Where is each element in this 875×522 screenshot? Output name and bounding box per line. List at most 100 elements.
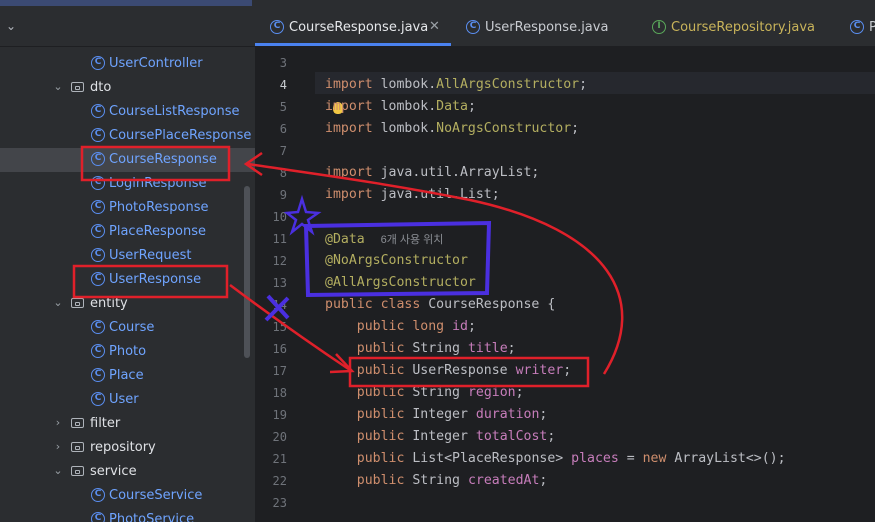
line-number: 18: [272, 386, 287, 400]
tree-folder-service[interactable]: ⌄ service: [0, 460, 255, 484]
code-line[interactable]: public List<PlaceResponse> places = new …: [325, 451, 786, 466]
tree-folder-label: dto: [90, 80, 112, 95]
tree-item-label: CourseService: [109, 488, 203, 503]
tree-folder-filter[interactable]: › filter: [0, 412, 255, 436]
chevron-down-icon[interactable]: ⌄: [52, 296, 64, 309]
line-number: 20: [272, 430, 287, 444]
tab-CourseRepository.java[interactable]: I CourseRepository.java: [637, 6, 835, 46]
tree-folder-repository[interactable]: › repository: [0, 436, 255, 460]
class-icon: C: [91, 320, 105, 334]
code-line[interactable]: public long id;: [325, 319, 476, 334]
chevron-down-icon[interactable]: ⌄: [52, 80, 64, 93]
tree-item-label: CoursePlaceResponse: [109, 128, 252, 143]
code-line[interactable]: import lombok.NoArgsConstructor;: [325, 121, 579, 136]
tab-label: CourseRepository.java: [671, 20, 816, 35]
tree-item-PlaceResponse[interactable]: C PlaceResponse: [0, 220, 255, 244]
tree-item-Course[interactable]: C Course: [0, 316, 255, 340]
line-number: 11: [272, 232, 287, 246]
tree-item-UserResponse[interactable]: C UserResponse: [0, 268, 255, 292]
code-line[interactable]: public UserResponse writer;: [325, 363, 571, 378]
tree-item-CoursePlaceResponse[interactable]: C CoursePlaceResponse: [0, 124, 255, 148]
line-gutter: 3 4 5 6 7 8 9 10 11 12 13 14 15 16 17 18 19 20 21 22 23: [255, 47, 315, 522]
line-number: 6: [279, 122, 287, 136]
code-line[interactable]: @AllArgsConstructor: [325, 275, 476, 290]
code-line[interactable]: import java.util.List;: [325, 187, 500, 202]
class-icon: C: [270, 20, 284, 34]
code-line[interactable]: import java.util.ArrayList;: [325, 165, 539, 180]
tab-label: CourseResponse.java: [289, 20, 429, 35]
tree-item-CourseService[interactable]: C CourseService: [0, 484, 255, 508]
chevron-right-icon[interactable]: ›: [52, 440, 64, 453]
tree-item-Photo[interactable]: C Photo: [0, 340, 255, 364]
chevron-down-icon[interactable]: ⌄: [52, 464, 64, 477]
code-line[interactable]: @Data 6개 사용 위치: [325, 231, 443, 247]
tab-CourseResponse.java[interactable]: C CourseResponse.java ✕: [255, 6, 451, 46]
tab-label: UserResponse.java: [485, 20, 609, 35]
tree-item-UserRequest[interactable]: C UserRequest: [0, 244, 255, 268]
tree-item-label: PlaceResponse: [109, 224, 206, 239]
tree-item-PhotoService[interactable]: C PhotoService: [0, 508, 255, 522]
tree-folder-label: filter: [90, 416, 121, 431]
line-number: 8: [279, 166, 287, 180]
class-icon: C: [91, 224, 105, 238]
line-number: 22: [272, 474, 287, 488]
line-number: 13: [272, 276, 287, 290]
tree-item-label: UserController: [109, 56, 203, 71]
folder-icon: [71, 298, 84, 308]
class-icon: C: [91, 128, 105, 142]
tree-item-PhotoResponse[interactable]: C PhotoResponse: [0, 196, 255, 220]
code-line[interactable]: import lombok.AllArgsConstructor;: [325, 77, 587, 92]
line-number: 14: [272, 298, 287, 312]
code-line[interactable]: public String title;: [325, 341, 516, 356]
folder-icon: [71, 466, 84, 476]
folder-icon: [71, 418, 84, 428]
class-icon: C: [91, 392, 105, 406]
tree-item-label: Place: [109, 368, 144, 383]
code-line[interactable]: public Integer duration;: [325, 407, 548, 422]
class-icon: C: [91, 512, 105, 522]
line-number: 5: [279, 100, 287, 114]
tree-folder-label: repository: [90, 440, 156, 455]
code-editor[interactable]: import lombok.AllArgsConstructor; import …: [315, 47, 875, 522]
tree-folder-dto[interactable]: ⌄ dto: [0, 76, 255, 100]
project-tree[interactable]: ⌄ C UserController ⌄ dto C CourseListResponse…: [0, 6, 255, 522]
code-line[interactable]: public String region;: [325, 385, 524, 400]
class-icon: C: [91, 200, 105, 214]
tree-item-Place[interactable]: C Place: [0, 364, 255, 388]
class-icon: C: [91, 344, 105, 358]
class-icon: C: [91, 272, 105, 286]
tree-item-CourseListResponse[interactable]: C CourseListResponse: [0, 100, 255, 124]
tree-folder-entity[interactable]: ⌄ entity: [0, 292, 255, 316]
code-line[interactable]: @NoArgsConstructor: [325, 253, 468, 268]
line-number: 4: [279, 78, 287, 92]
editor-tabs: C CourseResponse.java ✕ C UserResponse.java I…: [255, 6, 875, 47]
line-number: 19: [272, 408, 287, 422]
tab-UserResponse.java[interactable]: C UserResponse.java: [451, 6, 637, 46]
tree-scrollbar[interactable]: [244, 186, 250, 358]
code-line[interactable]: public Integer totalCost;: [325, 429, 556, 444]
chevron-right-icon[interactable]: ›: [52, 416, 64, 429]
chevron-down-icon[interactable]: ⌄: [6, 19, 16, 33]
tree-item-CourseResponse[interactable]: C CourseResponse: [0, 148, 255, 172]
tree-item-label: PhotoService: [109, 512, 195, 522]
line-number: 7: [279, 144, 287, 158]
code-line[interactable]: public class CourseResponse {: [325, 297, 555, 312]
tree-item-LoginResponse[interactable]: C LoginResponse: [0, 172, 255, 196]
code-line[interactable]: public String createdAt;: [325, 473, 548, 488]
tree-item-label: Course: [109, 320, 155, 335]
line-number: 15: [272, 320, 287, 334]
tree-item-label: Photo: [109, 344, 147, 359]
class-icon: C: [91, 368, 105, 382]
tree-item-UserController[interactable]: C UserController: [0, 52, 255, 76]
line-number: 9: [279, 188, 287, 202]
close-icon[interactable]: ✕: [429, 19, 440, 34]
interface-icon: I: [652, 20, 666, 34]
code-line[interactable]: import lombok.Data;: [325, 99, 476, 114]
tree-item-User[interactable]: C User: [0, 388, 255, 412]
tree-item-label: User: [109, 392, 139, 407]
tab-Pla[interactable]: C Pla: [835, 6, 875, 46]
line-number: 23: [272, 496, 287, 510]
tree-folder-label: entity: [90, 296, 128, 311]
line-number: 12: [272, 254, 287, 268]
tree-item-label: CourseResponse: [109, 152, 217, 167]
